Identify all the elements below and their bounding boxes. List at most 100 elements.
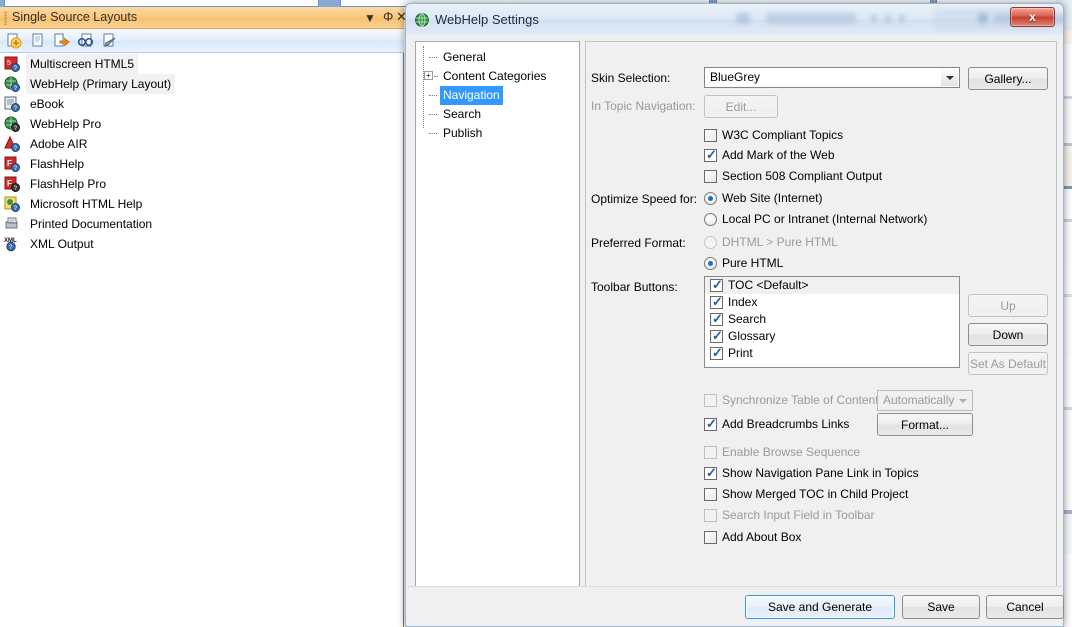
checkbox-box xyxy=(704,531,717,544)
checkbox-box[interactable]: ✓ xyxy=(710,295,723,309)
list-item[interactable]: Printed Documentation xyxy=(0,214,404,234)
optimize-speed-label: Optimize Speed for: xyxy=(591,192,698,206)
xml-output-icon: XML? xyxy=(4,236,20,252)
tree-node-general[interactable]: General xyxy=(422,48,579,67)
checkbox-box[interactable]: ✓ xyxy=(710,345,723,360)
move-up-button: Up xyxy=(968,294,1048,317)
list-item[interactable]: ? WebHelp Pro xyxy=(0,114,404,134)
set-as-default-button: Set As Default xyxy=(968,352,1048,375)
tree-node-label: General xyxy=(443,50,486,64)
toolbar-buttons-listbox[interactable]: ✓ TOC <Default> ✓ Index ✓ Search ✓ Gloss… xyxy=(704,276,960,368)
list-item-label: XML Output xyxy=(30,237,94,251)
radio-circle xyxy=(704,236,717,249)
list-item-label: FlashHelp Pro xyxy=(30,177,107,191)
list-item-label: FlashHelp xyxy=(30,157,85,171)
flashhelp-pro-icon: F? xyxy=(4,176,20,192)
copy-layout-icon[interactable] xyxy=(30,33,46,49)
sync-toc-mode-combo: Automatically xyxy=(877,390,973,411)
check-icon: ✓ xyxy=(706,465,717,480)
list-item-label: TOC <Default> xyxy=(728,278,809,292)
tree-node-publish[interactable]: Publish xyxy=(422,124,579,143)
list-item-label: Adobe AIR xyxy=(30,137,88,151)
background-tab xyxy=(4,0,319,7)
checkbox-label: Add About Box xyxy=(722,530,802,544)
generate-icon[interactable] xyxy=(54,33,70,49)
list-item[interactable]: XML? XML Output xyxy=(0,234,404,254)
settings-tree[interactable]: General + Content Categories Navigation … xyxy=(415,41,580,587)
list-item-label: WebHelp (Primary Layout) xyxy=(26,74,176,94)
expand-plus-icon[interactable]: + xyxy=(424,71,433,80)
checkbox-label: Add Mark of the Web xyxy=(722,148,835,162)
list-item-label: Glossary xyxy=(728,329,776,343)
pin-icon[interactable]: Φ xyxy=(383,9,393,24)
webhelp-pro-icon: ? xyxy=(4,116,20,132)
preferred-format-label: Preferred Format: xyxy=(591,236,686,250)
drag-grip-icon[interactable] xyxy=(4,11,7,25)
save-button[interactable]: Save xyxy=(902,595,980,619)
tree-node-navigation[interactable]: Navigation xyxy=(422,86,579,105)
webhelp-settings-dialog: WebHelp Settings x General + Content Cat… xyxy=(405,3,1064,627)
panel-toolbar xyxy=(0,29,404,53)
dialog-body: General + Content Categories Navigation … xyxy=(407,35,1064,626)
list-item-label: Printed Documentation xyxy=(30,217,153,231)
gallery-button[interactable]: Gallery... xyxy=(968,67,1048,90)
check-icon: ✓ xyxy=(712,345,723,360)
list-item-label: Print xyxy=(728,346,753,360)
edit-button: Edit... xyxy=(704,95,778,118)
checkbox-box xyxy=(704,446,717,459)
properties-icon[interactable] xyxy=(102,33,118,49)
dropdown-caret-icon[interactable]: ▼ xyxy=(364,11,376,25)
list-item[interactable]: 5? Multiscreen HTML5 xyxy=(0,54,404,74)
chevron-down-icon[interactable] xyxy=(941,69,958,86)
tree-node-content-categories[interactable]: + Content Categories xyxy=(422,67,579,86)
checkbox-box xyxy=(704,509,717,522)
list-item[interactable]: ✓ TOC <Default> xyxy=(705,277,959,294)
radio-circle xyxy=(704,192,717,205)
toolbar-buttons-label: Toolbar Buttons: xyxy=(591,280,678,294)
list-item[interactable]: ? Microsoft HTML Help xyxy=(0,194,404,214)
list-item-label: WebHelp Pro xyxy=(30,117,102,131)
list-item[interactable]: ? eBook xyxy=(0,94,404,114)
new-layout-icon[interactable] xyxy=(6,33,22,49)
move-down-button[interactable]: Down xyxy=(968,323,1048,346)
radio-label: Pure HTML xyxy=(722,256,784,270)
chevron-down-icon xyxy=(954,392,971,409)
checkbox-box[interactable]: ✓ xyxy=(710,278,723,292)
checkbox-label: Enable Browse Sequence xyxy=(722,445,861,459)
radio-circle xyxy=(704,213,717,226)
checkbox-label: Show Navigation Pane Link in Topics xyxy=(722,466,919,480)
list-item[interactable]: ✓ Glossary xyxy=(705,328,959,345)
list-item[interactable]: ? Adobe AIR xyxy=(0,134,404,154)
checkbox-box xyxy=(704,394,717,407)
skin-selection-value: BlueGrey xyxy=(710,70,761,84)
list-item[interactable]: F? FlashHelp xyxy=(0,154,404,174)
radio-label: Web Site (Internet) xyxy=(722,191,823,205)
cancel-button[interactable]: Cancel xyxy=(986,595,1064,619)
view-output-icon[interactable] xyxy=(77,33,94,49)
close-button[interactable]: x xyxy=(1010,7,1055,27)
tree-node-search[interactable]: Search xyxy=(422,105,579,124)
radio-dot xyxy=(708,261,713,266)
list-item[interactable]: ? WebHelp (Primary Layout) xyxy=(0,74,404,94)
list-item[interactable]: ✓ Search xyxy=(705,311,959,328)
checkbox-label: Add Breadcrumbs Links xyxy=(722,417,850,431)
list-item-label: Search xyxy=(728,312,767,326)
checkbox-box[interactable]: ✓ xyxy=(710,329,723,343)
list-item[interactable]: ✓ Print xyxy=(705,345,959,362)
save-and-generate-button[interactable]: Save and Generate xyxy=(745,595,895,619)
list-item[interactable]: F? FlashHelp Pro xyxy=(0,174,404,194)
multiscreen-html5-icon: 5? xyxy=(4,56,20,72)
checkbox-box: ✓ xyxy=(704,417,717,431)
navigation-settings-pane: Skin Selection: BlueGrey Gallery... In T… xyxy=(585,41,1057,587)
check-icon: ✓ xyxy=(712,311,723,326)
checkbox-box: ✓ xyxy=(704,465,717,480)
dialog-titlebar[interactable]: WebHelp Settings x xyxy=(406,4,1063,35)
list-item[interactable]: ✓ Index xyxy=(705,294,959,311)
checkbox-box[interactable]: ✓ xyxy=(710,311,723,326)
in-topic-navigation-label: In Topic Navigation: xyxy=(591,99,696,113)
tree-node-label: Search xyxy=(443,107,482,121)
format-button[interactable]: Format... xyxy=(877,413,973,436)
globe-icon xyxy=(414,12,430,28)
skin-selection-combo[interactable]: BlueGrey xyxy=(704,67,960,88)
radio-label: Local PC or Intranet (Internal Network) xyxy=(722,212,928,226)
